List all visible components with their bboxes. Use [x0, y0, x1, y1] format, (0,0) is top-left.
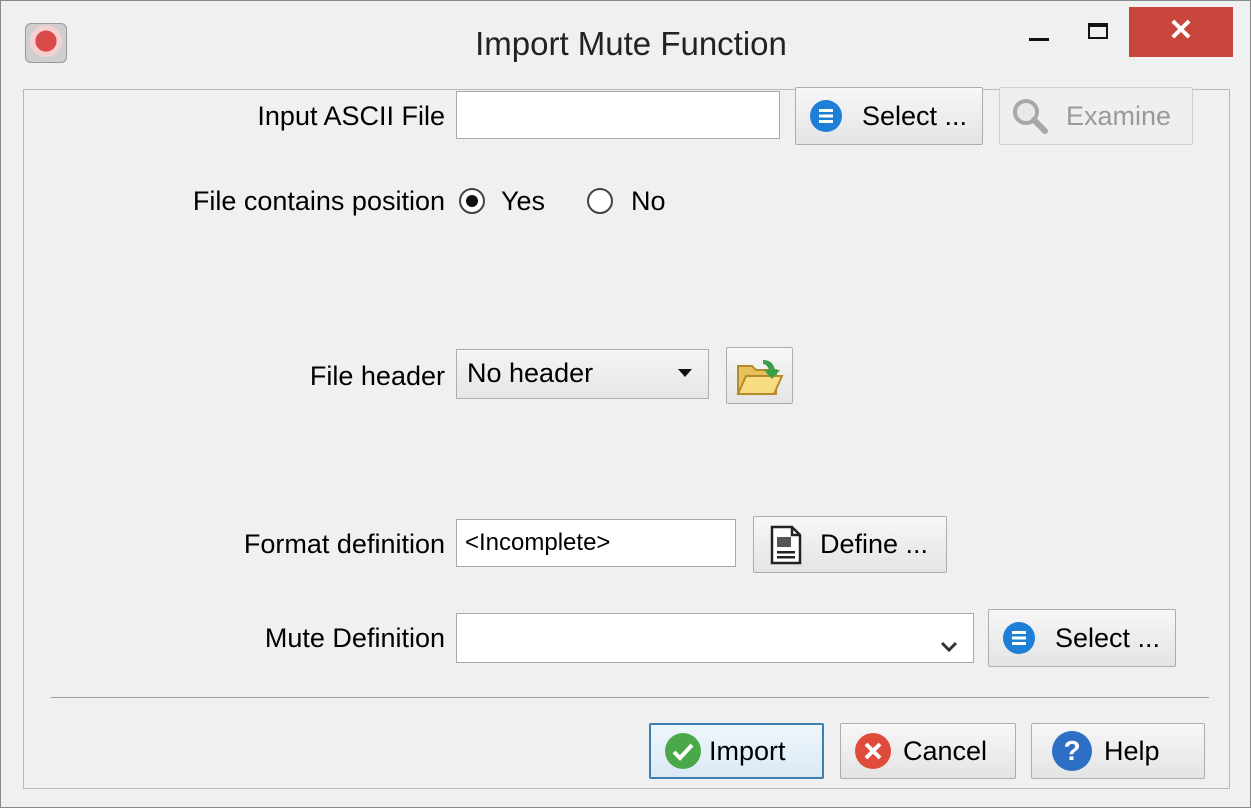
input-ascii-file-label: Input ASCII File — [257, 101, 445, 131]
position-no-radio[interactable] — [587, 188, 613, 214]
cancel-label: Cancel — [903, 735, 988, 766]
mute-definition-label: Mute Definition — [264, 623, 445, 653]
minimize-button[interactable] — [1023, 9, 1063, 59]
list-icon — [810, 100, 842, 132]
help-button[interactable]: ? Help — [1031, 723, 1205, 779]
dropdown-arrow-icon — [678, 369, 692, 377]
file-contains-position-label: File contains position — [192, 186, 445, 216]
cancel-button[interactable]: Cancel — [840, 723, 1016, 779]
import-mute-function-dialog: Import Mute Function ✕ Input ASCII File … — [0, 0, 1251, 808]
file-header-label: File header — [309, 361, 445, 391]
position-yes-radio[interactable] — [459, 188, 485, 214]
format-definition-label: Format definition — [243, 529, 445, 559]
define-button[interactable]: Define ... — [753, 516, 947, 573]
separator — [51, 697, 1209, 698]
cancel-x-icon — [855, 733, 891, 769]
magnifier-icon — [1010, 96, 1050, 136]
input-ascii-file-field[interactable] — [456, 91, 780, 139]
window-title: Import Mute Function — [475, 25, 787, 62]
input-file-select-button[interactable]: Select ... — [795, 87, 983, 145]
define-label: Define ... — [820, 529, 929, 559]
file-header-value: No header — [467, 358, 594, 388]
examine-button[interactable]: Examine — [999, 87, 1193, 145]
list-icon — [1003, 622, 1035, 654]
question-icon: ? — [1052, 731, 1092, 771]
select-label: Select ... — [1055, 622, 1161, 653]
format-definition-field[interactable]: <Incomplete> — [456, 519, 736, 567]
chevron-down-icon — [939, 630, 959, 653]
import-label: Import — [709, 735, 786, 766]
position-no-label[interactable]: No — [631, 186, 666, 217]
title-bar: Import Mute Function ✕ — [1, 1, 1250, 89]
maximize-button[interactable] — [1079, 9, 1119, 59]
select-label: Select ... — [862, 100, 968, 131]
folder-open-icon — [735, 354, 785, 398]
document-code-icon — [766, 525, 806, 565]
examine-label: Examine — [1066, 100, 1172, 131]
check-icon — [665, 733, 701, 769]
help-label: Help — [1104, 735, 1160, 766]
open-header-file-button[interactable] — [726, 347, 793, 404]
close-icon: ✕ — [1168, 14, 1194, 47]
close-button[interactable]: ✕ — [1129, 7, 1233, 57]
file-header-dropdown[interactable]: No header — [456, 349, 709, 399]
mute-definition-select-button[interactable]: Select ... — [988, 609, 1176, 667]
import-button[interactable]: Import — [649, 723, 824, 779]
position-yes-label[interactable]: Yes — [501, 186, 545, 217]
mute-definition-combo[interactable] — [456, 613, 974, 663]
